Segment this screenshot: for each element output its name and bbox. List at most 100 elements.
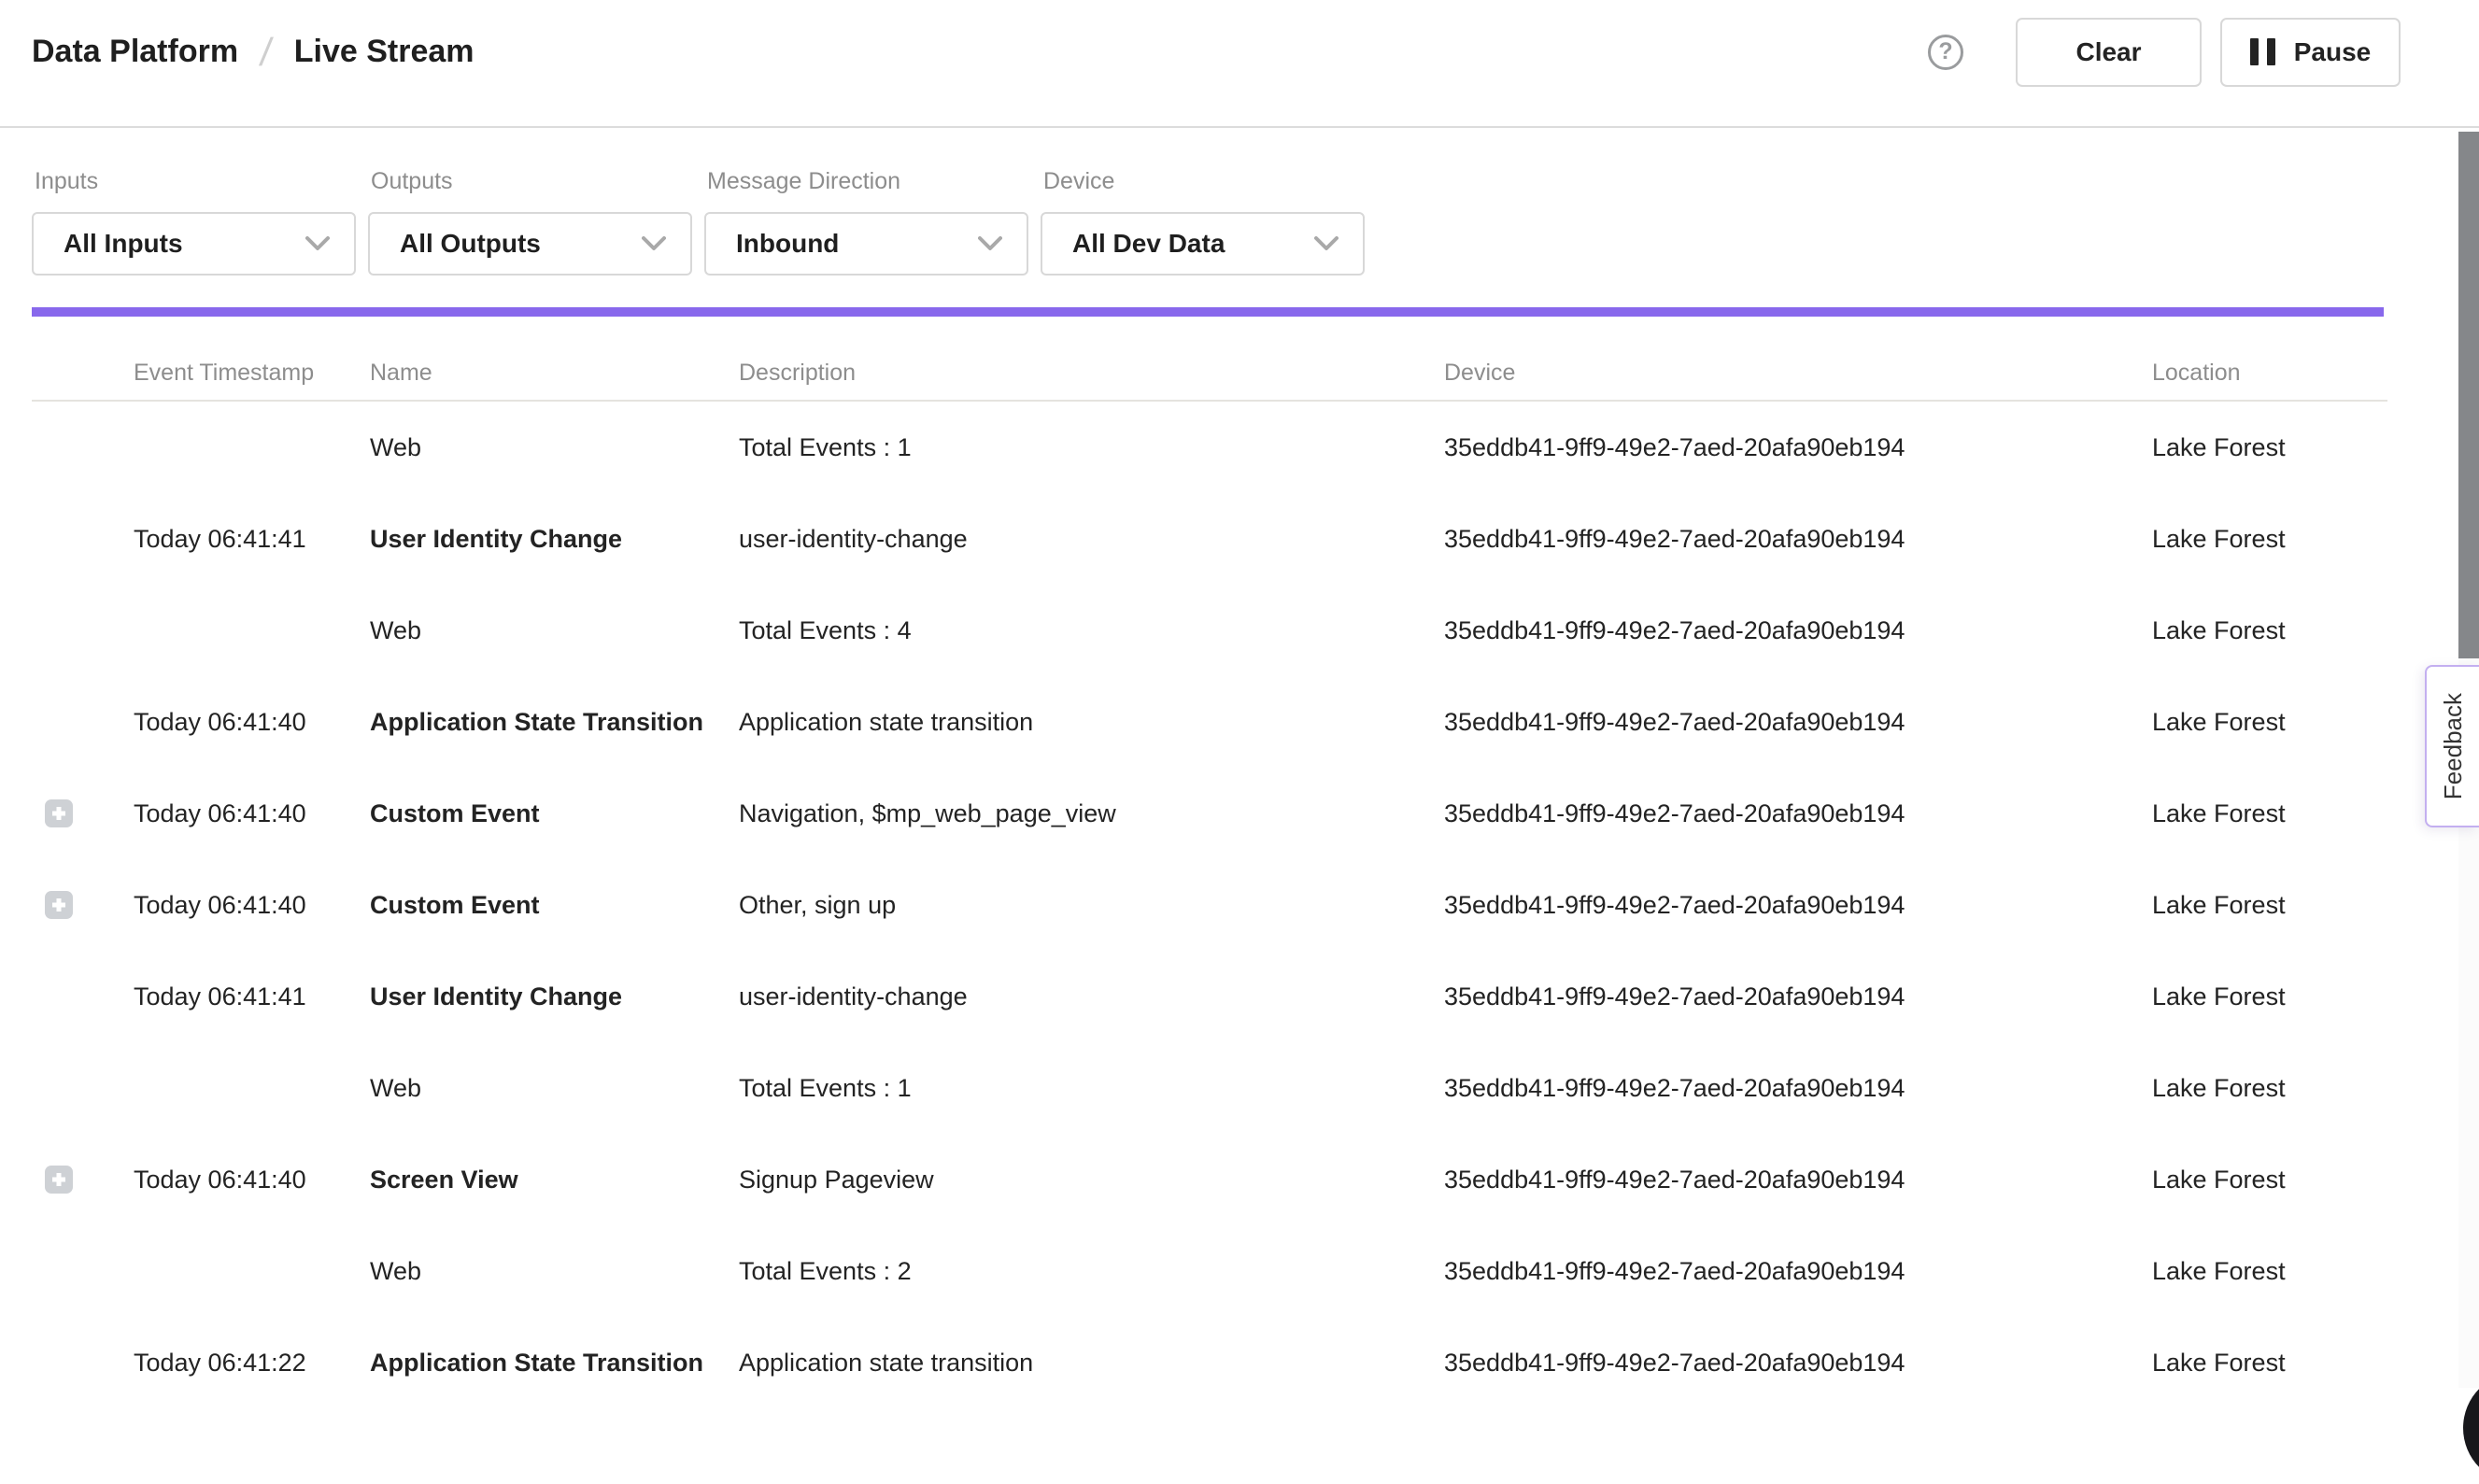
event-timestamp-cell: Today 06:41:40 bbox=[134, 708, 370, 737]
table-row[interactable]: Web Total Events : 4 35eddb41-9ff9-49e2-… bbox=[32, 585, 2387, 676]
column-header-event-timestamp: Event Timestamp bbox=[134, 360, 370, 387]
event-device-cell: 35eddb41-9ff9-49e2-7aed-20afa90eb194 bbox=[1444, 1349, 2152, 1378]
expand-row-button[interactable] bbox=[45, 799, 73, 827]
event-timestamp-cell: Today 06:41:40 bbox=[134, 891, 370, 920]
filter-outputs: Outputs All Outputs bbox=[368, 168, 692, 276]
table-row[interactable]: Web Total Events : 2 35eddb41-9ff9-49e2-… bbox=[32, 1225, 2387, 1317]
event-device-cell: 35eddb41-9ff9-49e2-7aed-20afa90eb194 bbox=[1444, 433, 2152, 462]
table-row[interactable]: Today 06:41:40 Custom Event Navigation, … bbox=[32, 768, 2387, 859]
event-description-cell: Total Events : 2 bbox=[739, 1257, 1444, 1286]
event-timestamp-cell: Today 06:41:40 bbox=[134, 1166, 370, 1194]
chevron-down-icon bbox=[305, 236, 330, 251]
table-row[interactable]: Today 06:41:40 Application State Transit… bbox=[32, 676, 2387, 768]
scrollbar-thumb[interactable] bbox=[2458, 132, 2479, 658]
filter-label: Device bbox=[1043, 168, 1365, 191]
event-description-cell: Application state transition bbox=[739, 708, 1444, 737]
event-timestamp-cell: Today 06:41:40 bbox=[134, 799, 370, 828]
stream-progress-bar bbox=[32, 307, 2384, 317]
event-name-cell: Web bbox=[370, 433, 739, 462]
table-row[interactable]: Today 06:41:41 User Identity Change user… bbox=[32, 493, 2387, 585]
event-location-cell: Lake Forest bbox=[2152, 1166, 2387, 1194]
event-description-cell: Other, sign up bbox=[739, 891, 1444, 920]
event-description-cell: user-identity-change bbox=[739, 982, 1444, 1011]
clear-button[interactable]: Clear bbox=[2016, 18, 2202, 87]
table-row[interactable]: Today 06:41:40 Screen View Signup Pagevi… bbox=[32, 1134, 2387, 1225]
live-stream-table: Event Timestamp Name Description Device … bbox=[32, 317, 2387, 1408]
pause-icon bbox=[2250, 38, 2275, 65]
help-glyph: ? bbox=[1938, 38, 1952, 65]
event-location-cell: Lake Forest bbox=[2152, 525, 2387, 554]
inputs-dropdown[interactable]: All Inputs bbox=[32, 212, 356, 276]
expand-row-button[interactable] bbox=[45, 891, 73, 919]
table-row[interactable]: Today 06:41:41 User Identity Change user… bbox=[32, 951, 2387, 1042]
plus-icon bbox=[51, 806, 66, 821]
filter-message-direction: Message Direction Inbound bbox=[704, 168, 1028, 276]
inputs-dropdown-value: All Inputs bbox=[64, 229, 183, 259]
event-description-cell: Signup Pageview bbox=[739, 1166, 1444, 1194]
event-device-cell: 35eddb41-9ff9-49e2-7aed-20afa90eb194 bbox=[1444, 982, 2152, 1011]
chevron-down-icon bbox=[1314, 236, 1339, 251]
help-icon[interactable]: ? bbox=[1928, 35, 1963, 70]
column-header-location: Location bbox=[2152, 360, 2387, 387]
event-name-cell: User Identity Change bbox=[370, 982, 739, 1011]
outputs-dropdown-value: All Outputs bbox=[400, 229, 541, 259]
event-timestamp-cell: Today 06:41:22 bbox=[134, 1349, 370, 1378]
chat-bubble[interactable] bbox=[2463, 1372, 2479, 1484]
event-location-cell: Lake Forest bbox=[2152, 891, 2387, 920]
event-name-cell: Custom Event bbox=[370, 891, 739, 920]
event-location-cell: Lake Forest bbox=[2152, 1349, 2387, 1378]
event-location-cell: Lake Forest bbox=[2152, 433, 2387, 462]
event-description-cell: Total Events : 1 bbox=[739, 1074, 1444, 1103]
event-name-cell: Screen View bbox=[370, 1166, 739, 1194]
table-row[interactable]: Web Total Events : 1 35eddb41-9ff9-49e2-… bbox=[32, 1042, 2387, 1134]
event-description-cell: user-identity-change bbox=[739, 525, 1444, 554]
message-direction-dropdown-value: Inbound bbox=[736, 229, 839, 259]
event-description-cell: Application state transition bbox=[739, 1349, 1444, 1378]
event-name-cell: Web bbox=[370, 1074, 739, 1103]
device-dropdown[interactable]: All Dev Data bbox=[1041, 212, 1365, 276]
top-bar: Data Platform / Live Stream ? Clear Paus… bbox=[0, 0, 2479, 128]
filter-bar: Inputs All Inputs Outputs All Outputs Me… bbox=[32, 168, 1365, 276]
event-name-cell: User Identity Change bbox=[370, 525, 739, 554]
event-timestamp-cell: Today 06:41:41 bbox=[134, 525, 370, 554]
filter-label: Inputs bbox=[35, 168, 356, 191]
event-device-cell: 35eddb41-9ff9-49e2-7aed-20afa90eb194 bbox=[1444, 891, 2152, 920]
event-name-cell: Web bbox=[370, 616, 739, 645]
filter-label: Message Direction bbox=[707, 168, 1028, 191]
expand-row-button[interactable] bbox=[45, 1166, 73, 1194]
breadcrumb-section[interactable]: Data Platform bbox=[32, 34, 238, 70]
message-direction-dropdown[interactable]: Inbound bbox=[704, 212, 1028, 276]
event-location-cell: Lake Forest bbox=[2152, 1074, 2387, 1103]
event-location-cell: Lake Forest bbox=[2152, 1257, 2387, 1286]
feedback-tab-label: Feedback bbox=[2439, 693, 2468, 799]
chevron-down-icon bbox=[642, 236, 666, 251]
pause-button[interactable]: Pause bbox=[2220, 18, 2401, 87]
chevron-down-icon bbox=[978, 236, 1002, 251]
column-header-device: Device bbox=[1444, 360, 2152, 387]
event-device-cell: 35eddb41-9ff9-49e2-7aed-20afa90eb194 bbox=[1444, 616, 2152, 645]
plus-icon bbox=[51, 1172, 66, 1187]
event-timestamp-cell: Today 06:41:41 bbox=[134, 982, 370, 1011]
event-name-cell: Custom Event bbox=[370, 799, 739, 828]
event-location-cell: Lake Forest bbox=[2152, 799, 2387, 828]
table-row[interactable]: Today 06:41:22 Application State Transit… bbox=[32, 1317, 2387, 1408]
event-device-cell: 35eddb41-9ff9-49e2-7aed-20afa90eb194 bbox=[1444, 1074, 2152, 1103]
plus-icon bbox=[51, 897, 66, 912]
table-header-row: Event Timestamp Name Description Device … bbox=[32, 317, 2387, 402]
table-body: Web Total Events : 1 35eddb41-9ff9-49e2-… bbox=[32, 402, 2387, 1408]
feedback-tab[interactable]: Feedback bbox=[2425, 665, 2479, 827]
table-row[interactable]: Web Total Events : 1 35eddb41-9ff9-49e2-… bbox=[32, 402, 2387, 493]
event-device-cell: 35eddb41-9ff9-49e2-7aed-20afa90eb194 bbox=[1444, 1166, 2152, 1194]
event-device-cell: 35eddb41-9ff9-49e2-7aed-20afa90eb194 bbox=[1444, 708, 2152, 737]
filter-device: Device All Dev Data bbox=[1041, 168, 1365, 276]
event-description-cell: Total Events : 4 bbox=[739, 616, 1444, 645]
column-header-name: Name bbox=[370, 360, 739, 387]
outputs-dropdown[interactable]: All Outputs bbox=[368, 212, 692, 276]
column-header-description: Description bbox=[739, 360, 1444, 387]
event-name-cell: Web bbox=[370, 1257, 739, 1286]
event-device-cell: 35eddb41-9ff9-49e2-7aed-20afa90eb194 bbox=[1444, 799, 2152, 828]
table-row[interactable]: Today 06:41:40 Custom Event Other, sign … bbox=[32, 859, 2387, 951]
event-location-cell: Lake Forest bbox=[2152, 982, 2387, 1011]
clear-button-label: Clear bbox=[2075, 37, 2141, 67]
breadcrumb-separator: / bbox=[258, 30, 275, 75]
